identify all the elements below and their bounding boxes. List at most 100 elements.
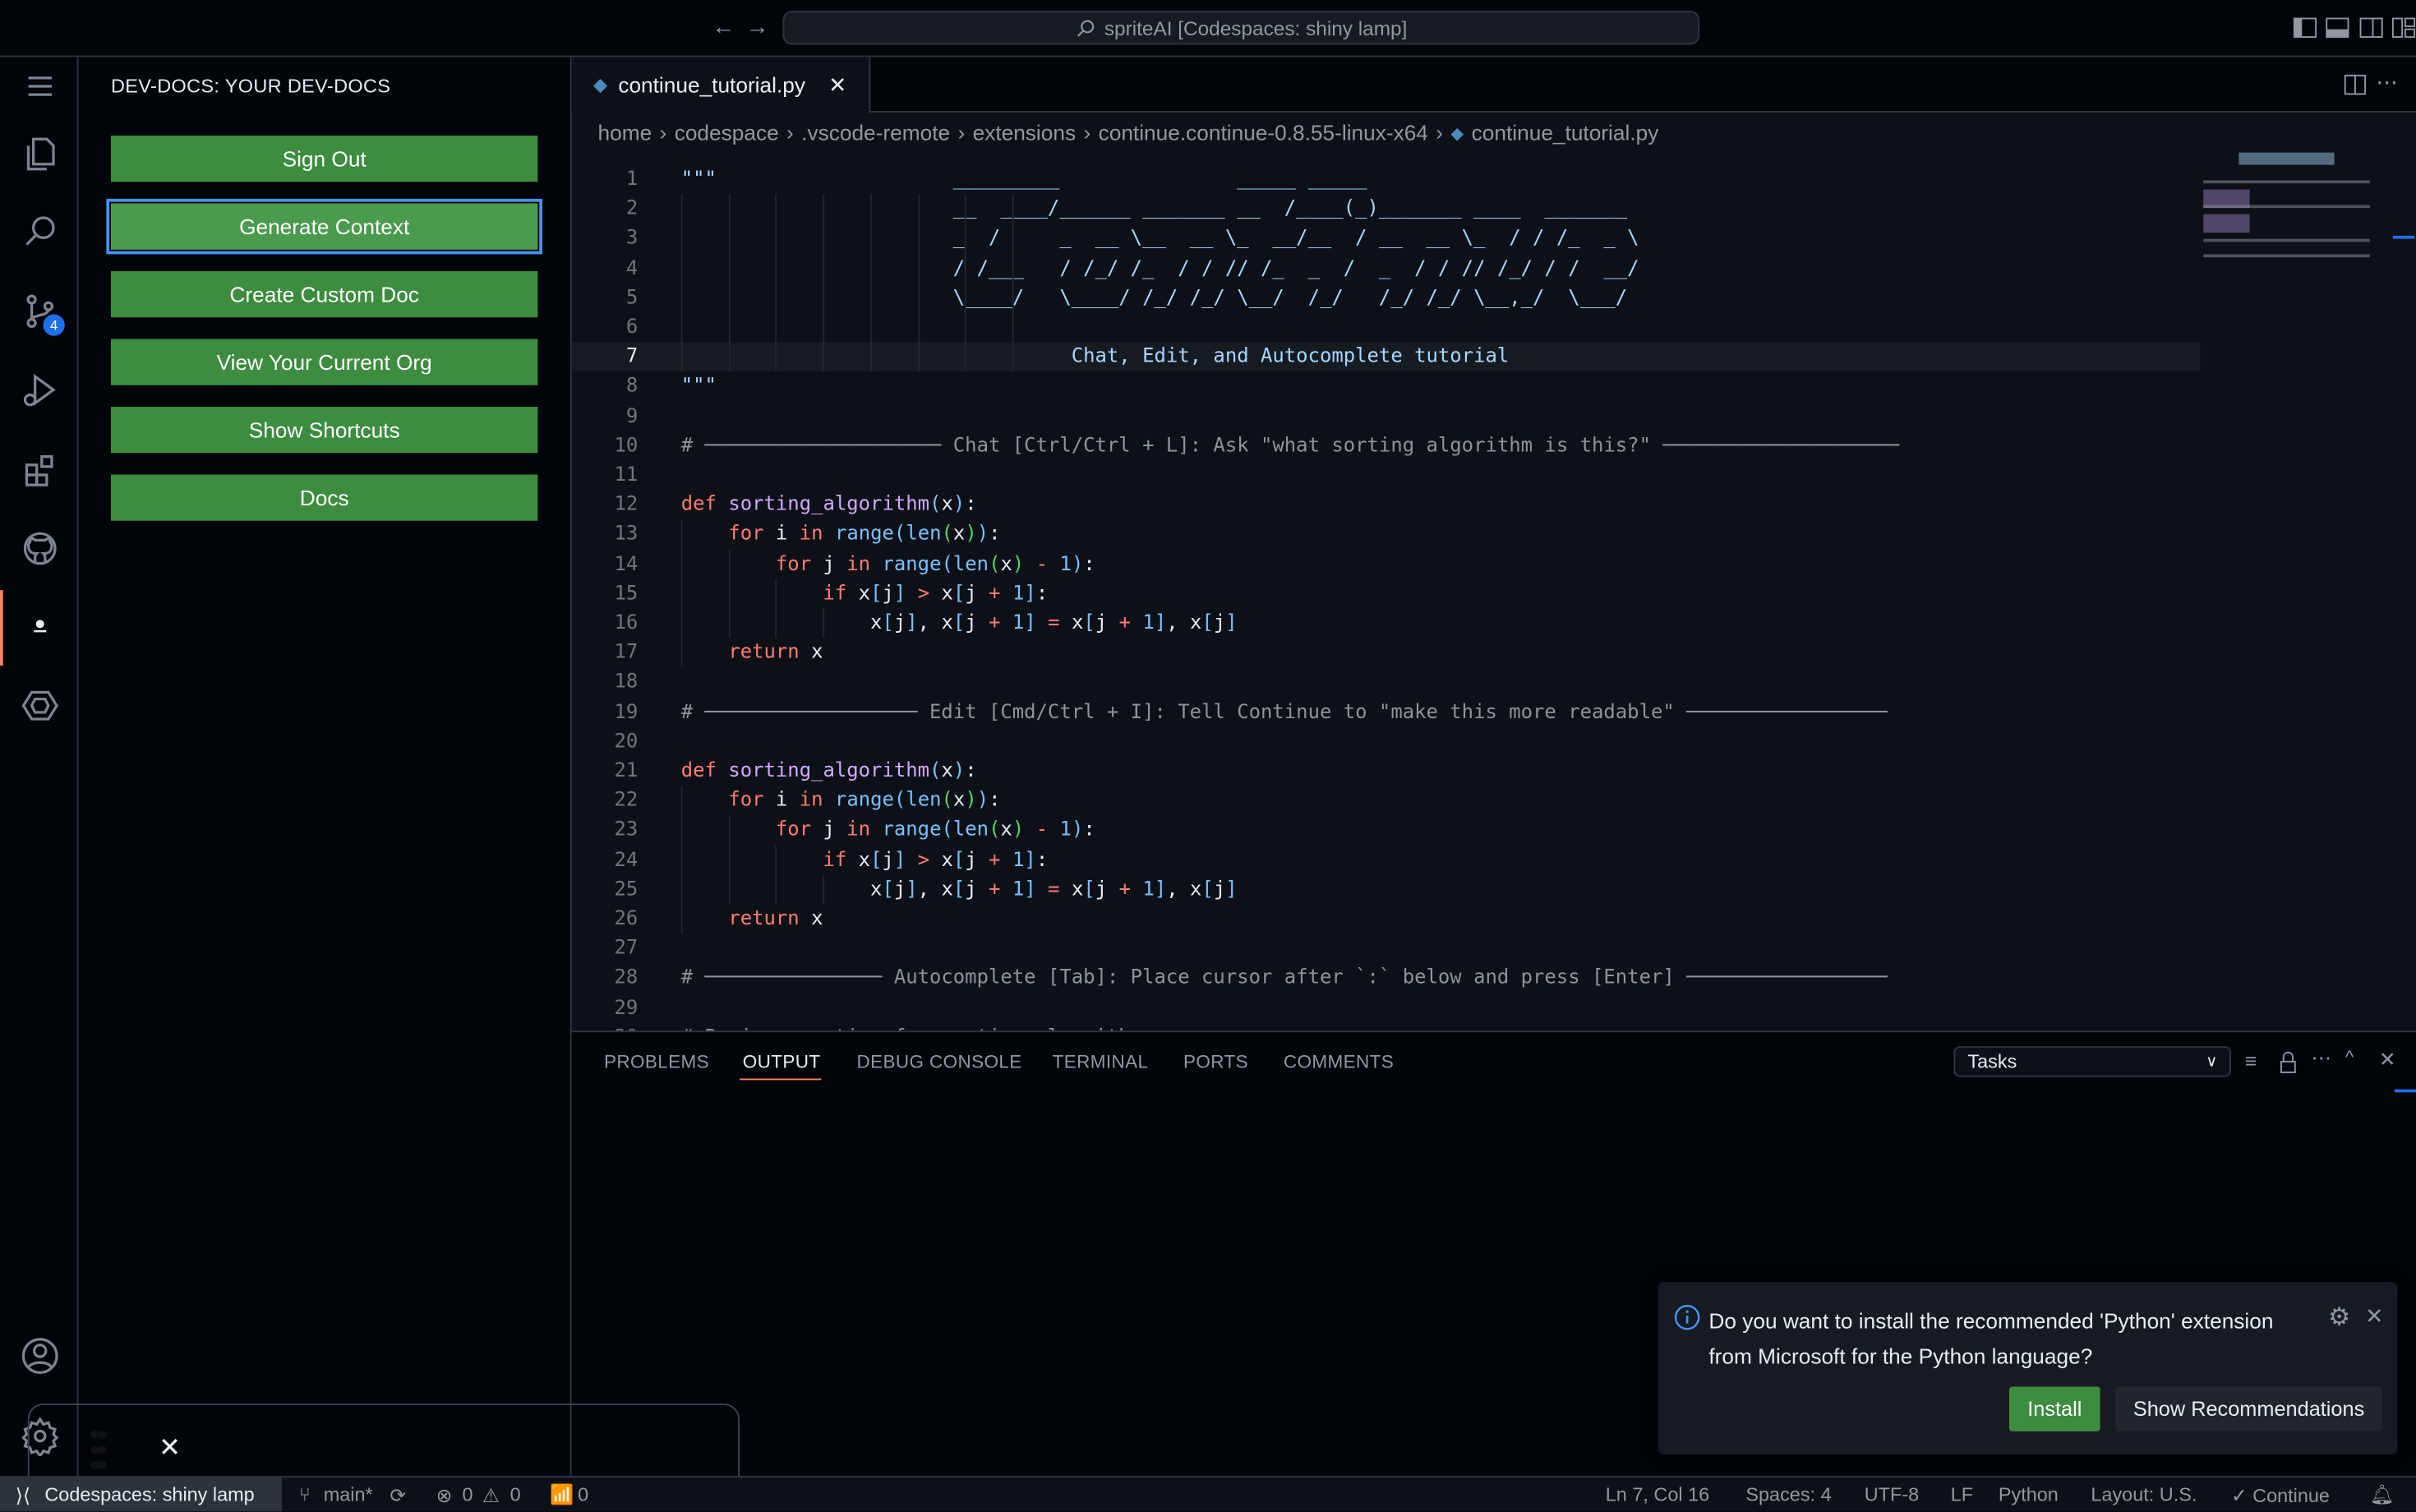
code-line[interactable]: 12 def sorting_algorithm(x): bbox=[572, 491, 2201, 520]
code-token: i bbox=[763, 523, 800, 546]
breadcrumb-item[interactable]: home bbox=[598, 120, 652, 145]
keyboard-layout[interactable]: Layout: U.S. bbox=[2091, 1484, 2197, 1505]
code-line[interactable]: 28 # ─────────────── Autocomplete [Tab]: … bbox=[572, 964, 2201, 993]
breadcrumb-item[interactable]: .vscode-remote bbox=[801, 120, 950, 145]
drag-handle-icon[interactable] bbox=[90, 1427, 107, 1473]
code-line[interactable]: 13 for i in range(len(x)): bbox=[572, 520, 2201, 550]
breadcrumb-item[interactable]: codespace bbox=[675, 120, 779, 145]
encoding[interactable]: UTF-8 bbox=[1865, 1484, 1919, 1505]
ports-count[interactable]: 0 bbox=[578, 1484, 588, 1505]
close-icon[interactable]: ✕ bbox=[828, 71, 846, 98]
minimap[interactable] bbox=[2201, 150, 2415, 1031]
warning-count[interactable]: 0 bbox=[510, 1484, 521, 1505]
view-current-org-button[interactable]: View Your Current Org bbox=[111, 339, 538, 385]
generate-context-button[interactable]: Generate Context bbox=[106, 198, 542, 255]
code-line[interactable]: 22 for i in range(len(x)): bbox=[572, 786, 2201, 816]
code-line[interactable]: 16 x[j], x[j + 1] = x[j + 1], x[j] bbox=[572, 609, 2201, 638]
split-editor-icon[interactable] bbox=[2344, 74, 2367, 97]
code-line[interactable]: 14 for j in range(len(x) - 1): bbox=[572, 550, 2201, 579]
remote-indicator[interactable]: ⟩⟨ Codespaces: shiny lamp bbox=[0, 1477, 283, 1512]
code-line[interactable]: 4 / /___ / /_/ /_ / / // /_ _ / _ / / //… bbox=[572, 254, 2201, 284]
code-line[interactable]: 25 x[j], x[j + 1] = x[j + 1], x[j] bbox=[572, 875, 2201, 905]
error-count[interactable]: 0 bbox=[463, 1484, 473, 1505]
code-line[interactable]: 7 Chat, Edit, and Autocomplete tutorial bbox=[571, 342, 2201, 372]
gear-icon[interactable]: ⚙ bbox=[2328, 1302, 2350, 1333]
show-shortcuts-button[interactable]: Show Shortcuts bbox=[111, 407, 538, 454]
search-icon bbox=[1077, 19, 1094, 36]
close-icon[interactable]: ✕ bbox=[159, 1433, 181, 1464]
code-line[interactable]: 24 if x[j] > x[j + 1]: bbox=[572, 846, 2201, 875]
dev-docs-icon[interactable] bbox=[0, 593, 79, 662]
code-line[interactable]: 19 # ────────────────── Edit [Cmd/Ctrl + … bbox=[572, 698, 2201, 727]
arrow-right-icon[interactable]: → bbox=[746, 14, 769, 40]
docs-button[interactable]: Docs bbox=[111, 474, 538, 521]
tab-continue-tutorial[interactable]: ◆ continue_tutorial.py ✕ bbox=[571, 57, 871, 113]
breadcrumb-item[interactable]: continue.continue-0.8.55-linux-x64 bbox=[1099, 120, 1428, 145]
tab-ports[interactable]: PORTS bbox=[1183, 1051, 1248, 1072]
code-line[interactable]: 29 bbox=[572, 993, 2201, 1023]
run-and-debug-icon[interactable] bbox=[0, 356, 79, 424]
lock-icon[interactable] bbox=[2279, 1051, 2298, 1074]
sign-out-button[interactable]: Sign Out bbox=[111, 136, 538, 182]
install-button[interactable]: Install bbox=[2009, 1386, 2100, 1431]
search-icon[interactable] bbox=[0, 197, 79, 265]
close-icon[interactable]: ✕ bbox=[2365, 1303, 2383, 1330]
code-line[interactable]: 6 bbox=[572, 313, 2201, 343]
more-actions-icon[interactable]: ⋯ bbox=[2312, 1046, 2331, 1071]
code-line[interactable]: 2 __ ____/______ _______ __ /____(_)____… bbox=[572, 195, 2201, 224]
github-icon[interactable] bbox=[0, 514, 79, 583]
code-line[interactable]: 27 bbox=[572, 934, 2201, 964]
cursor-position[interactable]: Ln 7, Col 16 bbox=[1606, 1484, 1709, 1505]
code-line[interactable]: 30 # Basic assertion for sorting_algorith… bbox=[572, 1023, 2201, 1030]
create-custom-doc-button[interactable]: Create Custom Doc bbox=[111, 271, 538, 318]
code-line[interactable]: 18 bbox=[572, 668, 2201, 698]
toggle-panel-icon[interactable] bbox=[2325, 17, 2349, 40]
sync-icon[interactable]: ⟳ bbox=[390, 1484, 406, 1507]
code-line[interactable]: 5 \____/ \____/ /_/ /_/ \__/ /_/ /_/ /_/… bbox=[572, 284, 2201, 313]
code-line[interactable]: 9 bbox=[572, 402, 2201, 431]
maximize-panel-icon[interactable]: ^ bbox=[2345, 1046, 2354, 1067]
code-line[interactable]: 8 """ bbox=[572, 372, 2201, 402]
breadcrumb-item[interactable]: extensions bbox=[973, 120, 1077, 145]
arrow-left-icon[interactable]: ← bbox=[712, 14, 735, 40]
code-line[interactable]: 10 # ──────────────────── Chat [Ctrl/Ctrl… bbox=[572, 431, 2201, 461]
code-line[interactable]: 21 def sorting_algorithm(x): bbox=[572, 757, 2201, 786]
code-line[interactable]: 20 bbox=[572, 727, 2201, 757]
tab-debug-console[interactable]: DEBUG CONSOLE bbox=[857, 1051, 1022, 1072]
close-panel-icon[interactable]: ✕ bbox=[2379, 1048, 2395, 1072]
breadcrumb-item[interactable]: continue_tutorial.py bbox=[1472, 120, 1659, 145]
customize-layout-icon[interactable] bbox=[2391, 17, 2416, 40]
tab-problems[interactable]: PROBLEMS bbox=[604, 1051, 709, 1072]
code-line[interactable]: 23 for j in range(len(x) - 1): bbox=[572, 816, 2201, 846]
continue-status[interactable]: ✓ Continue bbox=[2231, 1484, 2330, 1507]
tab-terminal[interactable]: TERMINAL bbox=[1053, 1051, 1149, 1072]
bell-icon[interactable]: 🔔︎ bbox=[2370, 1484, 2395, 1507]
command-center[interactable]: spriteAI [Codespaces: shiny lamp] bbox=[782, 11, 1700, 45]
continue-icon[interactable] bbox=[0, 672, 79, 740]
tab-output[interactable]: OUTPUT bbox=[743, 1051, 821, 1072]
menu-icon[interactable] bbox=[0, 53, 79, 121]
tab-comments[interactable]: COMMENTS bbox=[1284, 1051, 1394, 1072]
code-line[interactable]: 3 _ / _ __ \__ __ \_ __/__ / __ __ \_ / … bbox=[572, 224, 2201, 254]
explorer-icon[interactable] bbox=[0, 120, 79, 188]
output-channel-select[interactable]: Tasks ∨ bbox=[1953, 1046, 2231, 1077]
code-editor[interactable]: 1 """ _________ _____ _____ 2 __ ____/____… bbox=[571, 150, 2201, 1030]
toggle-primary-sidebar-icon[interactable] bbox=[2293, 17, 2317, 40]
show-recommendations-button[interactable]: Show Recommendations bbox=[2115, 1386, 2382, 1431]
code-line[interactable]: 1 """ _________ _____ _____ bbox=[572, 165, 2201, 195]
code-line[interactable]: 11 bbox=[572, 461, 2201, 491]
branch-label[interactable]: main* bbox=[324, 1484, 373, 1505]
more-actions-icon[interactable]: ⋯ bbox=[2376, 69, 2397, 95]
source-control-icon[interactable]: 4 bbox=[0, 278, 79, 346]
accounts-icon[interactable] bbox=[0, 1322, 79, 1390]
code-line[interactable]: 15 if x[j] > x[j + 1]: bbox=[572, 579, 2201, 609]
clear-output-icon[interactable]: ≡ bbox=[2245, 1049, 2257, 1072]
language-mode[interactable]: Python bbox=[1999, 1484, 2059, 1505]
extensions-icon[interactable] bbox=[0, 436, 79, 505]
code-line[interactable]: 17 return x bbox=[572, 638, 2201, 668]
toggle-secondary-sidebar-icon[interactable] bbox=[2359, 17, 2384, 40]
end-of-line[interactable]: LF bbox=[1951, 1484, 1973, 1505]
code-line[interactable]: 26 return x bbox=[572, 905, 2201, 934]
indentation[interactable]: Spaces: 4 bbox=[1745, 1484, 1831, 1505]
